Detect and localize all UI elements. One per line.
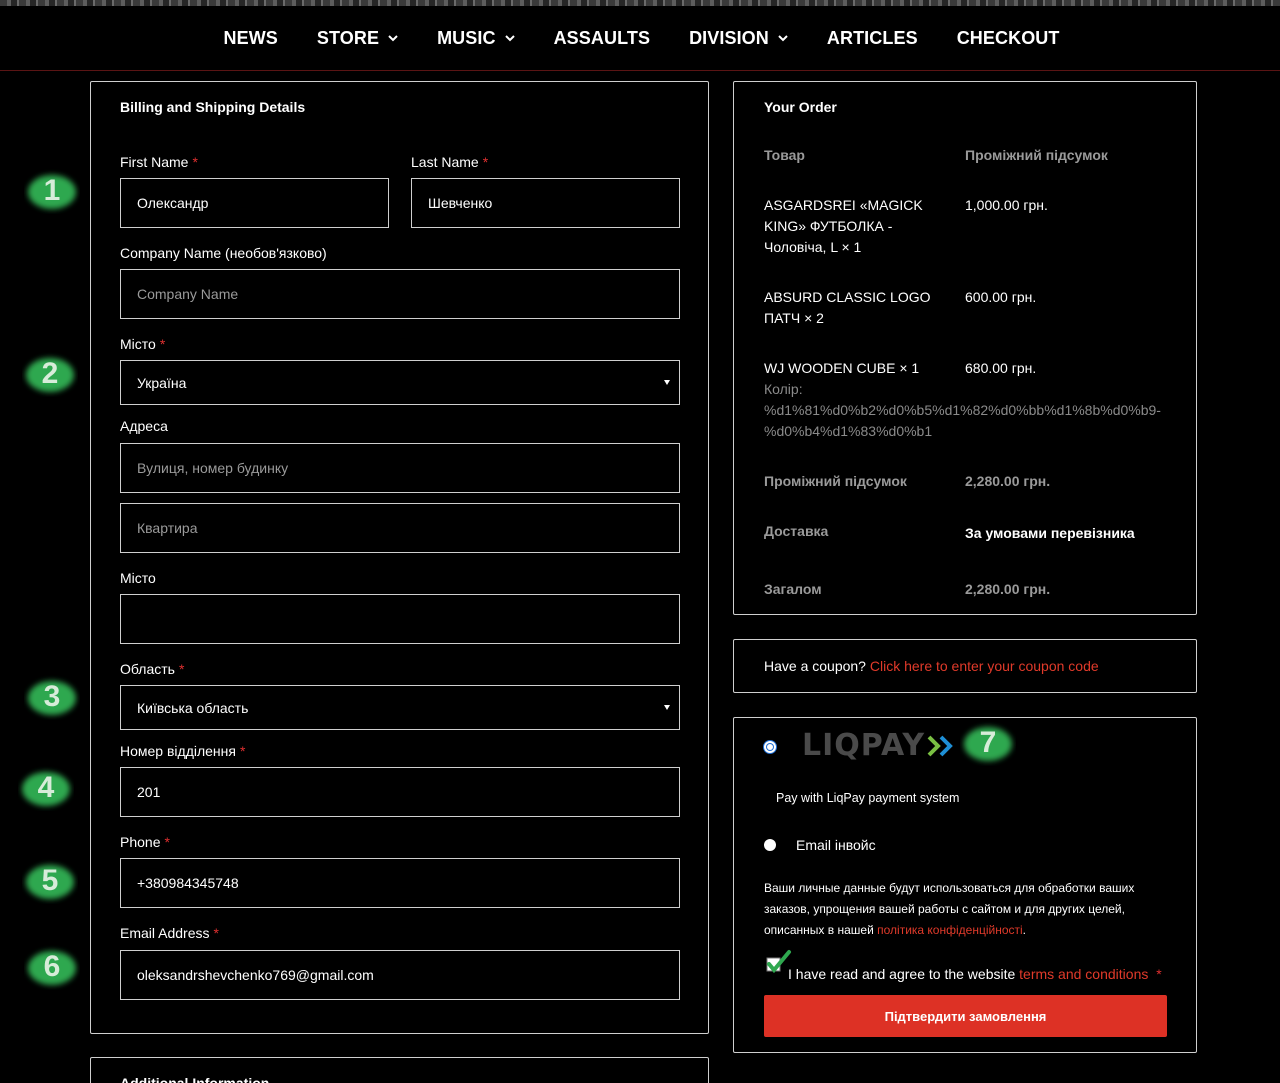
additional-info-title: Additional Information bbox=[120, 1075, 270, 1083]
liqpay-description: Pay with LiqPay payment system bbox=[776, 791, 960, 805]
privacy-text-line: Ваши личные данные будут использоваться … bbox=[764, 881, 1135, 895]
annotation-marker-7: 7 bbox=[960, 720, 1016, 766]
total-value: 2,280.00 грн. bbox=[965, 581, 1051, 597]
nav-item-division[interactable]: DIVISION bbox=[689, 28, 788, 49]
nav-label: CHECKOUT bbox=[956, 27, 1060, 48]
email-input[interactable]: oleksandrshevchenko769@gmail.com bbox=[120, 950, 680, 1000]
privacy-policy-link[interactable]: політика конфіденційності bbox=[877, 923, 1023, 937]
phone-input[interactable]: +380984345748 bbox=[120, 858, 680, 908]
order-item-name-line: WJ WOODEN CUBE × 1 bbox=[764, 360, 920, 376]
liqpay-logo: LIQPAY bbox=[802, 728, 957, 763]
nav-item-checkout[interactable]: CHECKOUT bbox=[957, 28, 1060, 49]
nav-item-store[interactable]: STORE bbox=[317, 28, 398, 49]
email-invoice-label: Email інвойс bbox=[796, 837, 876, 853]
email-label: Email Address * bbox=[120, 925, 219, 941]
street-address-input[interactable]: Вулиця, номер будинку bbox=[120, 443, 680, 493]
col-header-product: Товар bbox=[764, 147, 805, 163]
company-label: Company Name (необов'язково) bbox=[120, 245, 327, 261]
coupon-prompt: Have a coupon? Click here to enter your … bbox=[764, 658, 1099, 674]
branch-label: Номер відділення * bbox=[120, 743, 246, 759]
coupon-panel: Have a coupon? Click here to enter your … bbox=[733, 639, 1197, 693]
annotation-marker-6: 6 bbox=[24, 944, 80, 990]
first-name-label: First Name * bbox=[120, 154, 198, 170]
country-label: Місто * bbox=[120, 336, 166, 352]
order-item-name-line: ABSURD CLASSIC LOGO bbox=[764, 289, 931, 305]
nav-item-music[interactable]: MUSIC bbox=[437, 28, 515, 49]
nav-item-assaults[interactable]: ASSAULTS bbox=[554, 28, 650, 49]
caret-down-icon bbox=[664, 704, 670, 710]
terms-link[interactable]: terms and conditions bbox=[1019, 966, 1148, 982]
region-label: Область * bbox=[120, 661, 185, 677]
confirm-order-button[interactable]: Підтвердити замовлення bbox=[764, 995, 1167, 1037]
annotation-marker-4: 4 bbox=[18, 765, 74, 811]
annotation-marker-3: 3 bbox=[24, 674, 80, 720]
city-input[interactable] bbox=[120, 594, 680, 644]
order-item-meta-line: %d0%b4%d1%83%d0%b1 bbox=[764, 423, 933, 439]
chevron-down-icon bbox=[388, 35, 398, 42]
terms-agreement: I have read and agree to the website ter… bbox=[788, 966, 1162, 982]
payment-panel: LIQPAY Pay with LiqPay payment system Em… bbox=[733, 717, 1197, 1053]
privacy-text-line: заказов, упрощения вашей работы с сайтом… bbox=[764, 902, 1125, 916]
privacy-text-line: описанных в нашей політика конфіденційно… bbox=[764, 923, 1026, 937]
city-label: Місто bbox=[120, 570, 156, 586]
caret-down-icon bbox=[664, 379, 670, 385]
billing-shipping-panel: Billing and Shipping Details First Name *… bbox=[90, 81, 709, 1034]
chevron-down-icon bbox=[778, 35, 788, 42]
order-title: Your Order bbox=[764, 99, 837, 115]
order-item-meta-line: Колір: bbox=[764, 381, 803, 397]
order-summary-panel: Your Order Товар Проміжний підсумок ASGA… bbox=[733, 81, 1197, 615]
country-select[interactable]: Україна bbox=[120, 360, 680, 405]
email-invoice-radio[interactable] bbox=[764, 839, 776, 851]
annotation-marker-5: 5 bbox=[22, 858, 78, 904]
order-item-name-line: ПАТЧ × 2 bbox=[764, 310, 824, 326]
coupon-link[interactable]: Click here to enter your coupon code bbox=[870, 658, 1099, 674]
last-name-input[interactable]: Шевченко bbox=[411, 178, 680, 228]
subtotal-label: Проміжний підсумок bbox=[764, 473, 907, 489]
liqpay-chevrons-icon bbox=[927, 735, 953, 756]
nav-label: ARTICLES bbox=[826, 27, 918, 48]
apartment-input[interactable]: Квартира bbox=[120, 503, 680, 553]
first-name-input[interactable]: Олександр bbox=[120, 178, 389, 228]
branch-number-input[interactable]: 201 bbox=[120, 767, 680, 817]
annotation-marker-1: 1 bbox=[24, 168, 80, 214]
nav-item-news[interactable]: NEWS bbox=[223, 28, 277, 49]
address-label: Адреса bbox=[120, 418, 168, 434]
chevron-down-icon bbox=[504, 35, 515, 42]
coupon-text: Have a coupon? bbox=[764, 658, 866, 674]
region-select[interactable]: Київська область bbox=[120, 685, 680, 730]
total-label: Загалом bbox=[764, 581, 822, 597]
shipping-value: За умовами перевізника bbox=[965, 525, 1135, 541]
last-name-label: Last Name * bbox=[411, 154, 489, 170]
order-item-price: 600.00 грн. bbox=[965, 289, 1037, 305]
nav-label: ASSAULTS bbox=[553, 27, 651, 48]
subtotal-value: 2,280.00 грн. bbox=[965, 473, 1051, 489]
phone-label: Phone * bbox=[120, 834, 170, 850]
liqpay-radio[interactable] bbox=[764, 741, 776, 753]
company-input[interactable]: Company Name bbox=[120, 269, 680, 319]
main-navigation: NEWS STORE MUSIC ASSAULTS DIVISION ARTIC… bbox=[0, 6, 1280, 71]
order-item-name-line: KING» ФУТБОЛКА - bbox=[764, 218, 893, 234]
nav-label: DIVISION bbox=[689, 27, 769, 48]
annotation-marker-2: 2 bbox=[22, 351, 78, 397]
nav-label: MUSIC bbox=[437, 27, 496, 48]
order-item-name-line: Чоловіча, L × 1 bbox=[764, 239, 862, 255]
order-item-price: 1,000.00 грн. bbox=[965, 197, 1048, 213]
shipping-label: Доставка bbox=[764, 523, 829, 539]
order-item-name-line: ASGARDSREI «MAGICK bbox=[764, 197, 923, 213]
nav-label: NEWS bbox=[223, 27, 278, 48]
order-item-meta-line: %d1%81%d0%b2%d0%b5%d1%82%d0%bb%d1%8b%d0%… bbox=[764, 402, 1161, 418]
additional-info-panel: Additional Information bbox=[90, 1057, 709, 1083]
nav-item-articles[interactable]: ARTICLES bbox=[827, 28, 918, 49]
col-header-subtotal: Проміжний підсумок bbox=[965, 147, 1108, 163]
nav-label: STORE bbox=[316, 27, 380, 48]
billing-title: Billing and Shipping Details bbox=[120, 99, 306, 115]
order-item-price: 680.00 грн. bbox=[965, 360, 1037, 376]
